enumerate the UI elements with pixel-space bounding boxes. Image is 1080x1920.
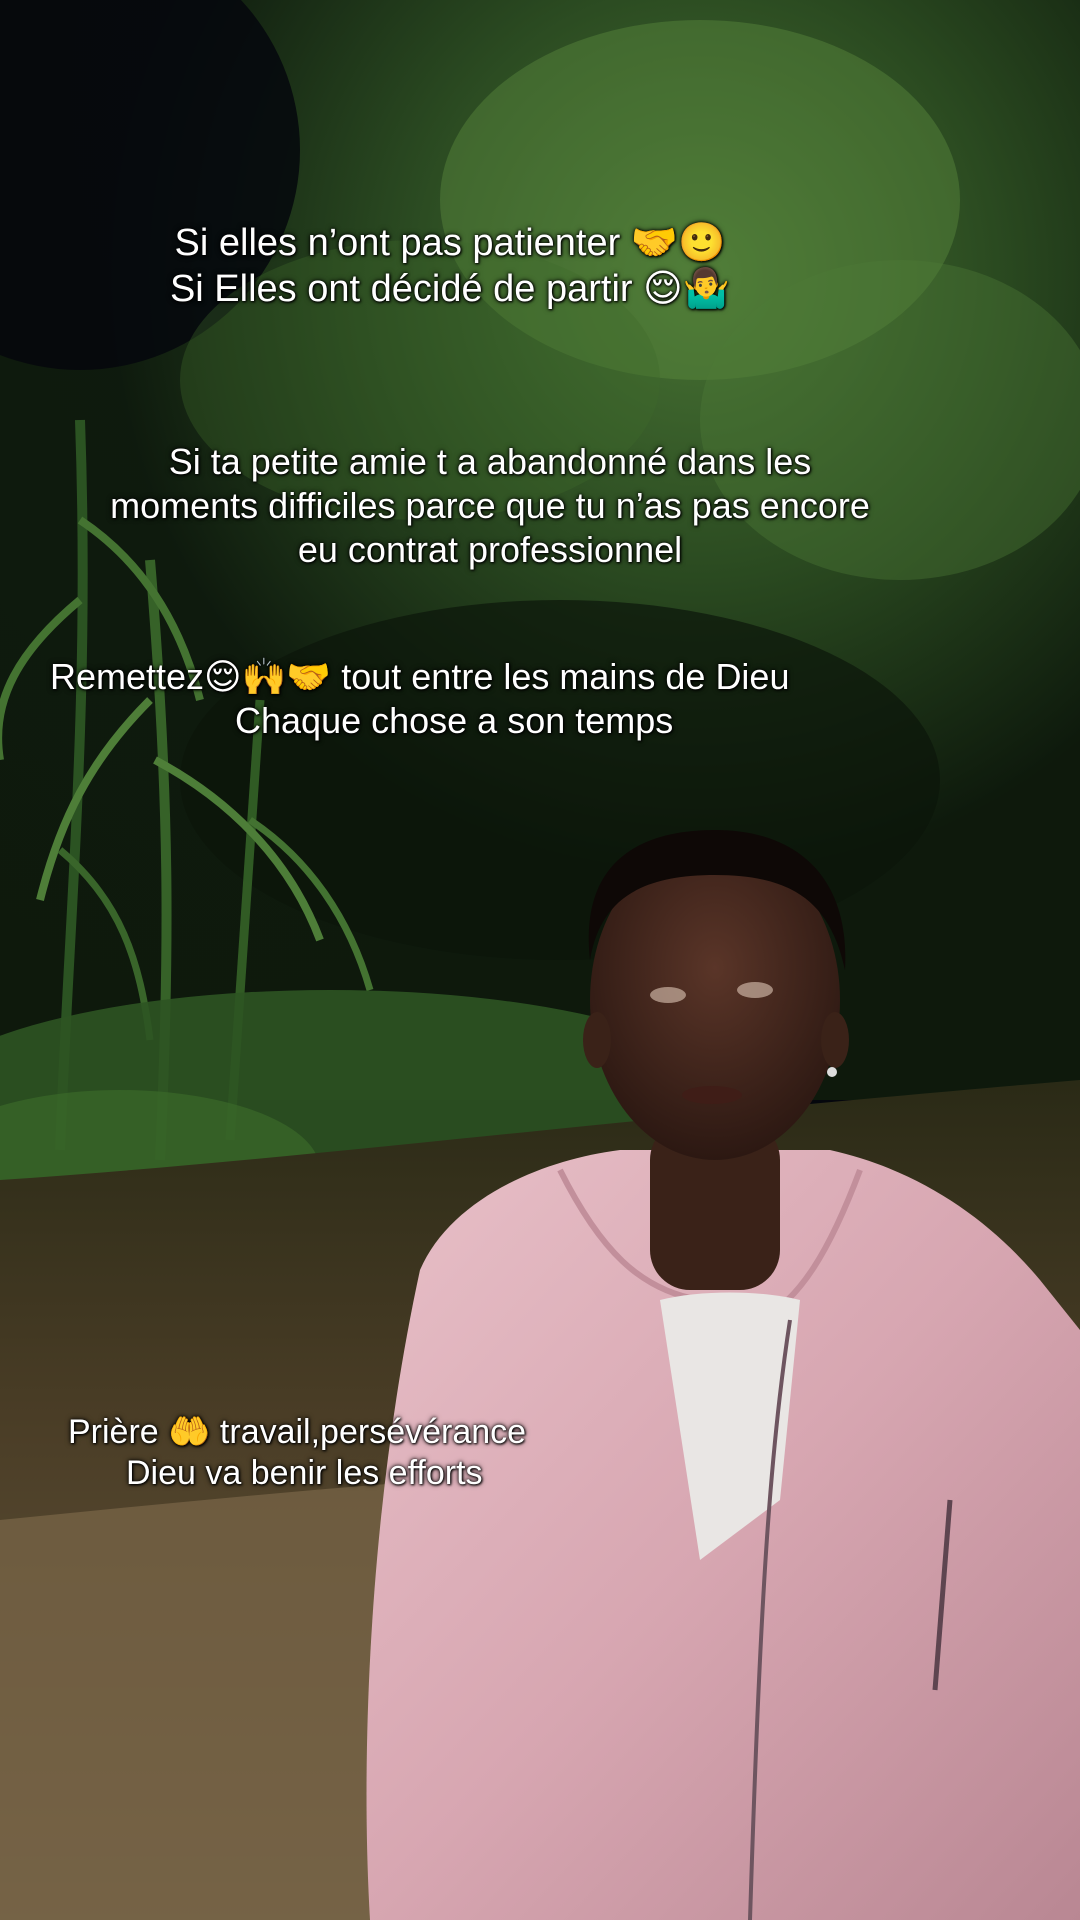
caption-block-3: Remettez😌🙌🤝 tout entre les mains de Dieu… bbox=[50, 655, 930, 743]
caption-line: Si elles n’ont pas patienter 🤝🙂 bbox=[174, 222, 726, 264]
caption-block-1: Si elles n’ont pas patienter 🤝🙂 Si Elles… bbox=[100, 220, 800, 313]
caption-block-4: Prière 🤲 travail,persévérance Dieu va be… bbox=[68, 1412, 668, 1495]
caption-line: Si Elles ont décidé de partir 😌🤷‍♂️ bbox=[169, 268, 731, 311]
video-frame: Si elles n’ont pas patienter 🤝🙂 Si Elles… bbox=[0, 0, 1080, 1920]
caption-line: moments difficiles parce que tu n’as pas… bbox=[110, 484, 870, 526]
caption-line: Si ta petite amie t a abandonné dans les bbox=[168, 441, 812, 482]
caption-line: Prière 🤲 travail,persévérance bbox=[68, 1413, 527, 1451]
caption-line: Chaque chose a son temps bbox=[235, 699, 674, 741]
caption-line: Remettez😌🙌🤝 tout entre les mains de Dieu bbox=[50, 656, 790, 697]
caption-line: Dieu va benir les efforts bbox=[126, 1454, 483, 1493]
caption-block-2: Si ta petite amie t a abandonné dans les… bbox=[40, 440, 940, 572]
caption-line: eu contrat professionnel bbox=[297, 528, 683, 570]
